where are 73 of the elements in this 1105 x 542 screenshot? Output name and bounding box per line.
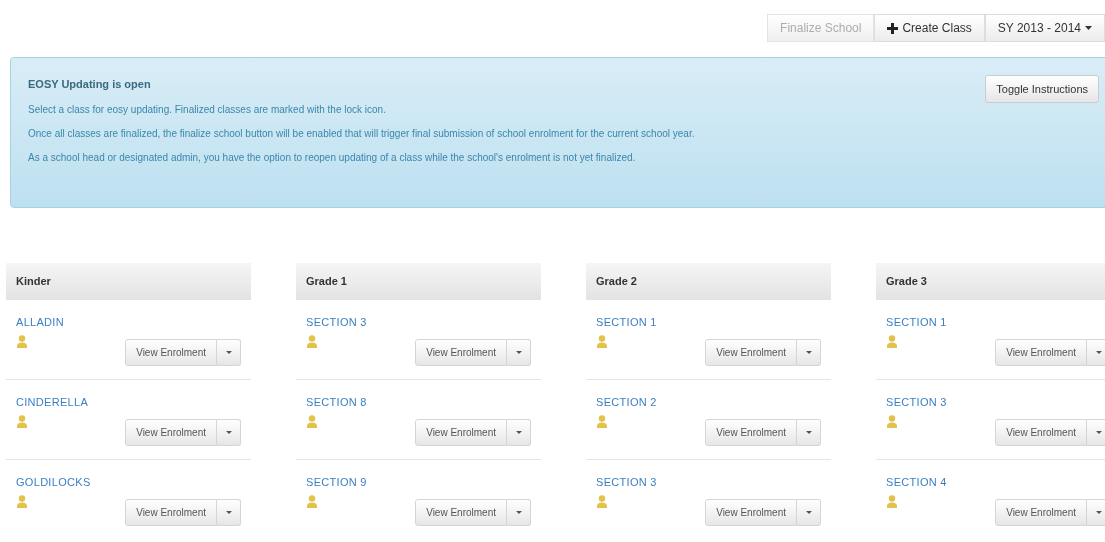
grade-header: Grade 3: [876, 263, 1105, 300]
caret-icon: [515, 350, 522, 354]
view-enrolment-button[interactable]: View Enrolment: [705, 338, 797, 366]
class-link[interactable]: SECTION 3: [886, 394, 1105, 411]
class-link[interactable]: SECTION 1: [886, 314, 1105, 331]
dropdown-toggle[interactable]: [797, 418, 821, 446]
dropdown-toggle[interactable]: [217, 498, 241, 526]
view-enrolment-button[interactable]: View Enrolment: [415, 418, 507, 446]
person-icon: [306, 414, 318, 428]
caret-icon: [225, 430, 232, 434]
dropdown-toggle[interactable]: [507, 498, 531, 526]
dropdown-toggle[interactable]: [1087, 498, 1105, 526]
caret-icon: [515, 430, 522, 434]
person-icon: [886, 414, 898, 428]
caret-icon: [805, 350, 812, 354]
class-link[interactable]: SECTION 3: [596, 474, 821, 491]
grade-header: Kinder: [6, 263, 251, 300]
caret-icon: [225, 350, 232, 354]
toggle-instructions-button[interactable]: Toggle Instructions: [985, 75, 1099, 104]
person-icon: [596, 494, 608, 508]
class-link[interactable]: SECTION 9: [306, 474, 531, 491]
caret-icon: [515, 510, 522, 514]
caret-icon: [805, 430, 812, 434]
view-enrolment-button[interactable]: View Enrolment: [705, 498, 797, 526]
dropdown-toggle[interactable]: [797, 498, 821, 526]
view-enrolment-button[interactable]: View Enrolment: [705, 418, 797, 446]
class-link[interactable]: SECTION 3: [306, 314, 531, 331]
person-icon: [16, 414, 28, 428]
instruction-text: As a school head or designated admin, you have the option to reopen updating of a class while the school's enrolment is not yet finalized.: [28, 150, 637, 165]
class-link[interactable]: GOLDILOCKS: [16, 474, 241, 491]
caret-icon: [225, 510, 232, 514]
dropdown-toggle[interactable]: [217, 338, 241, 366]
plus-icon: [887, 22, 899, 34]
view-enrolment-button[interactable]: View Enrolment: [995, 338, 1087, 366]
person-icon: [596, 414, 608, 428]
dropdown-toggle[interactable]: [217, 418, 241, 446]
dropdown-toggle[interactable]: [1087, 418, 1105, 446]
dropdown-toggle[interactable]: [1087, 338, 1105, 366]
caret-icon: [1095, 350, 1102, 354]
view-enrolment-button[interactable]: View Enrolment: [125, 418, 217, 446]
dropdown-toggle[interactable]: [797, 338, 821, 366]
alert-title: EOSY Updating is open: [28, 77, 152, 92]
view-enrolment-button[interactable]: View Enrolment: [125, 338, 217, 366]
caret-icon: [805, 510, 812, 514]
caret-icon: [1095, 510, 1102, 514]
view-enrolment-button[interactable]: View Enrolment: [415, 498, 507, 526]
view-enrolment-button[interactable]: View Enrolment: [125, 498, 217, 526]
person-icon: [306, 494, 318, 508]
person-icon: [16, 494, 28, 508]
person-icon: [16, 334, 28, 348]
caret-icon: [1095, 430, 1102, 434]
grade-header: Grade 1: [296, 263, 541, 300]
person-icon: [886, 334, 898, 348]
class-link[interactable]: CINDERELLA: [16, 394, 241, 411]
view-enrolment-button[interactable]: View Enrolment: [995, 498, 1087, 526]
grade-header: Grade 2: [586, 263, 831, 300]
caret-icon: [1085, 26, 1092, 30]
class-link[interactable]: SECTION 1: [596, 314, 821, 331]
view-enrolment-button[interactable]: View Enrolment: [415, 338, 507, 366]
person-icon: [596, 334, 608, 348]
class-link[interactable]: ALLADIN: [16, 314, 241, 331]
class-link[interactable]: SECTION 2: [596, 394, 821, 411]
dropdown-toggle[interactable]: [507, 418, 531, 446]
dropdown-toggle[interactable]: [507, 338, 531, 366]
class-link[interactable]: SECTION 8: [306, 394, 531, 411]
school-year-dropdown[interactable]: SY 2013 - 2014: [984, 14, 1105, 42]
instruction-text: Once all classes are finalized, the finalize school button will be enabled that will trigger final submission of school enrolment for the current school year.: [28, 126, 696, 141]
person-icon: [886, 494, 898, 508]
create-class-button[interactable]: Create Class: [874, 14, 985, 42]
view-enrolment-button[interactable]: View Enrolment: [995, 418, 1087, 446]
class-link[interactable]: SECTION 4: [886, 474, 1105, 491]
person-icon: [306, 334, 318, 348]
instruction-text: Select a class for eosy updating. Finalized classes are marked with the lock icon.: [28, 102, 387, 117]
